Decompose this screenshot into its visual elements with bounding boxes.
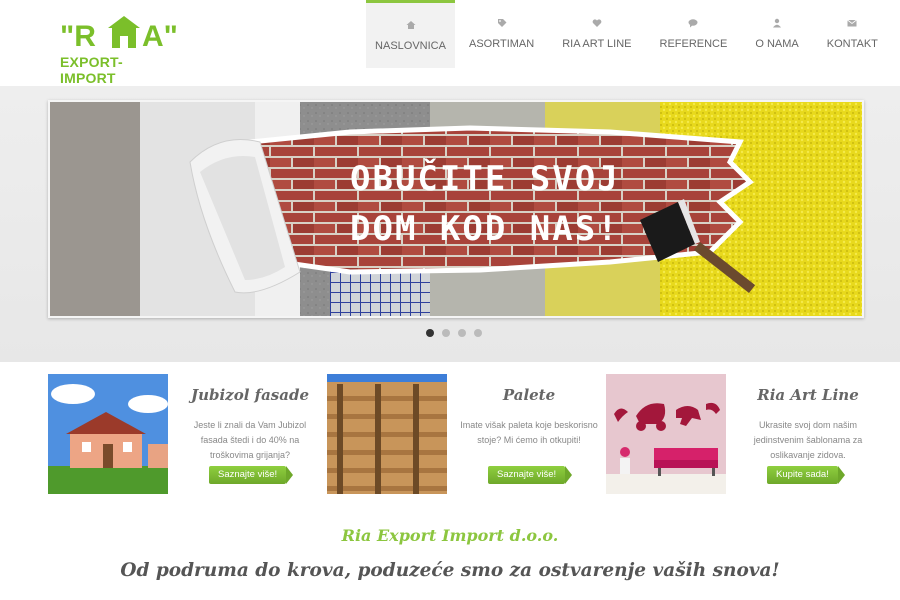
pallets-photo <box>327 374 447 494</box>
feature-title: Palete <box>502 386 556 404</box>
tag-icon <box>497 18 507 28</box>
site-header: "R A" EXPORT-IMPORT NASLOVNICA ASORTIMAN… <box>0 0 900 86</box>
svg-text:A": A" <box>142 20 176 53</box>
envelope-icon <box>847 18 858 28</box>
nav-item-reference[interactable]: REFERENCE <box>646 0 742 68</box>
logo[interactable]: "R A" EXPORT-IMPORT <box>58 14 176 86</box>
feature-jubizol: Jubizol fasade Jeste li znali da Vam Jub… <box>48 374 328 496</box>
hero-headline-line1: OBUČITE SVOJ <box>350 158 620 199</box>
feature-title: Jubizol fasade <box>190 386 309 404</box>
nav-item-kontakt[interactable]: KONTAKT <box>813 0 892 68</box>
nav-item-label: O NAMA <box>755 38 799 50</box>
logo-mark: "R A" <box>60 16 176 53</box>
hero-slide-image: OBUČITE SVOJ DOM KOD NAS! <box>50 102 862 316</box>
nav-item-label: ASORTIMAN <box>469 38 535 50</box>
nav-item-naslovnica[interactable]: NASLOVNICA <box>366 0 455 68</box>
feature-palete: Palete Imate višak paleta koje beskorisn… <box>327 374 607 496</box>
main-nav: NASLOVNICA ASORTIMAN RIA ART LINE REFERE… <box>366 0 892 68</box>
company-name: Ria Export Import d.o.o. <box>341 526 559 545</box>
home-icon <box>406 20 416 30</box>
slider-dot-2[interactable] <box>442 329 450 337</box>
feature-description: Ukrasite svoj dom našim jedinstvenim šab… <box>753 420 863 460</box>
learn-more-button[interactable]: Saznajte više! <box>488 466 573 484</box>
hero-headline-line2: DOM KOD NAS! <box>350 209 620 249</box>
hero-slider[interactable]: OBUČITE SVOJ DOM KOD NAS! <box>48 100 864 318</box>
nav-item-asortiman[interactable]: ASORTIMAN <box>455 0 548 68</box>
comments-icon <box>688 18 698 28</box>
feature-description: Imate višak paleta koje beskorisno stoje… <box>460 420 598 445</box>
slider-dot-1[interactable] <box>426 329 434 337</box>
nav-item-label: RIA ART LINE <box>562 38 632 50</box>
house-photo <box>48 374 168 494</box>
feature-description: Jeste li znali da Vam Jubizol fasada šte… <box>193 420 307 460</box>
heart-icon <box>592 18 602 28</box>
nav-item-label: NASLOVNICA <box>375 39 446 52</box>
nav-item-label: KONTAKT <box>826 38 878 50</box>
company-tagline: Od podruma do krova, poduzeće smo za ost… <box>120 560 780 581</box>
nav-item-o-nama[interactable]: O NAMA <box>741 0 812 68</box>
feature-title: Ria Art Line <box>757 386 859 404</box>
slider-pagination <box>426 329 482 337</box>
nav-item-ria-art-line[interactable]: RIA ART LINE <box>548 0 645 68</box>
svg-text:"R: "R <box>60 20 96 53</box>
logo-subtitle: EXPORT-IMPORT <box>60 54 123 86</box>
decorated-room-photo <box>606 374 726 494</box>
slider-dot-4[interactable] <box>474 329 482 337</box>
learn-more-button[interactable]: Saznajte više! <box>209 466 294 484</box>
user-icon <box>772 18 782 28</box>
slider-dot-3[interactable] <box>458 329 466 337</box>
buy-now-button[interactable]: Kupite sada! <box>767 466 845 484</box>
feature-ria-art-line: Ria Art Line Ukrasite svoj dom našim jed… <box>606 374 886 496</box>
nav-item-label: REFERENCE <box>659 38 728 50</box>
